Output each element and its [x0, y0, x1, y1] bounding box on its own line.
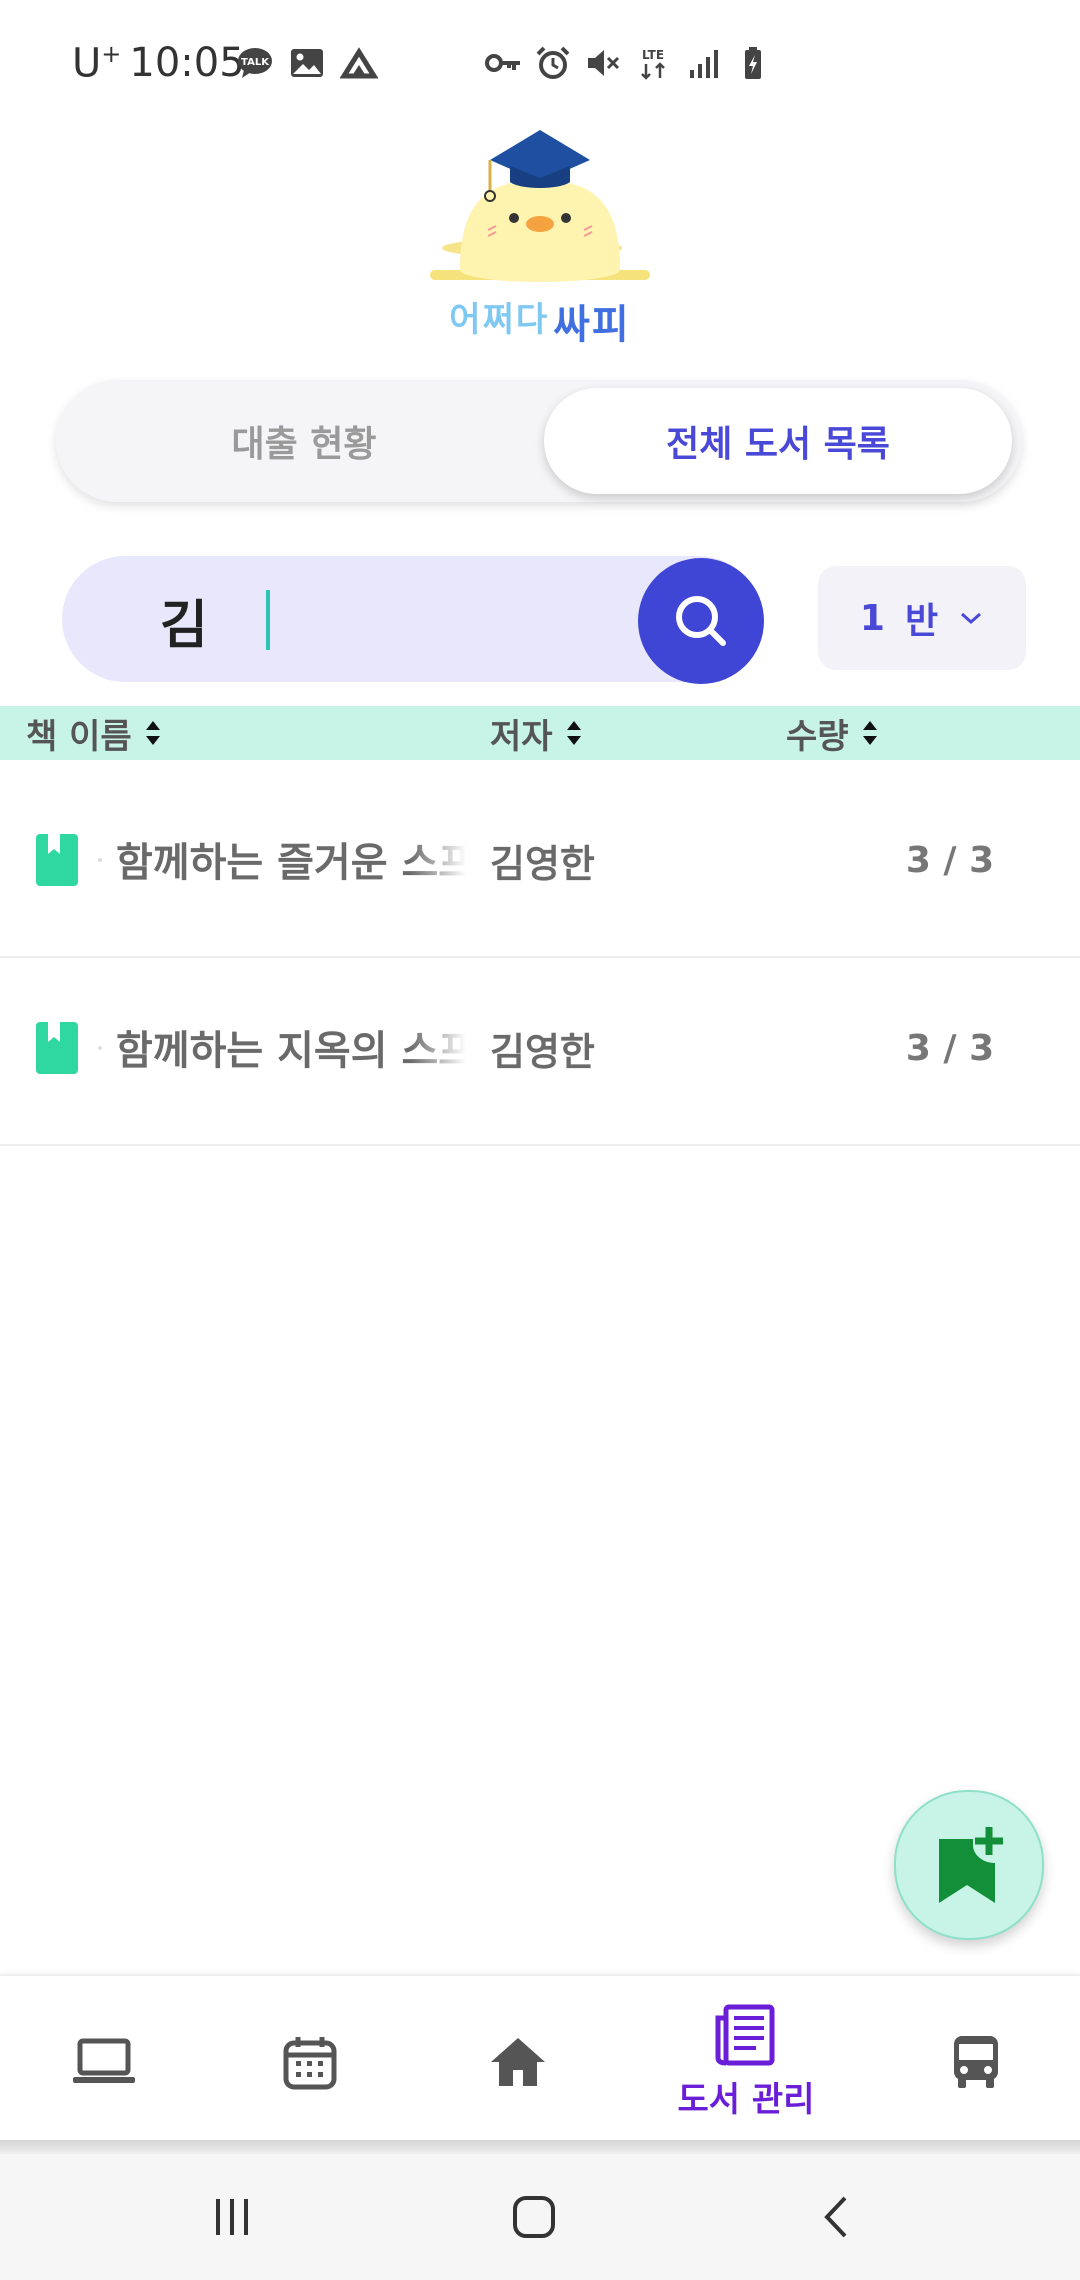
back-button[interactable]: [796, 2184, 876, 2250]
sort-icon: [145, 721, 160, 745]
header-title-label: 책 이름: [26, 716, 132, 757]
row-separator-dot: [98, 858, 102, 862]
back-icon: [824, 2196, 847, 2238]
table-row[interactable]: 함께하는 즐거운 스프링 김영한 3 / 3: [0, 770, 1080, 958]
recent-apps-button[interactable]: [192, 2184, 272, 2250]
mute-icon: [588, 50, 620, 76]
search-icon: [676, 596, 726, 646]
book-author: 김영한: [490, 1029, 595, 1074]
header-quantity[interactable]: 수량: [786, 706, 879, 760]
battery-icon: [745, 47, 761, 79]
book-title: 함께하는 즐거운 스프링: [116, 840, 466, 886]
laptop-icon: [73, 2038, 135, 2083]
svg-text:LTE: LTE: [642, 48, 664, 62]
table-row[interactable]: 함께하는 지옥의 스프링 김영한 3 / 3: [0, 958, 1080, 1146]
app-icon: [340, 47, 378, 79]
text-cursor: [266, 590, 270, 650]
nav-item-calendar[interactable]: [210, 1976, 410, 2148]
header-author-label: 저자: [490, 716, 553, 757]
image-icon: [291, 49, 323, 77]
logo-text: 어쩌다 싸피: [420, 292, 660, 352]
recent-apps-icon: [216, 2199, 248, 2235]
home-outline-icon: [513, 2196, 555, 2238]
logo-text-part2: 싸피: [553, 302, 631, 348]
book-title: 함께하는 지옥의 스프링: [116, 1028, 466, 1074]
carrier-and-time: U+ 10:05: [72, 38, 245, 88]
book-icon: [36, 834, 78, 886]
header-author[interactable]: 저자: [490, 706, 583, 760]
add-book-button[interactable]: [894, 1790, 1044, 1940]
search-input[interactable]: [160, 580, 680, 660]
class-select[interactable]: 1 반: [818, 566, 1026, 670]
talk-icon: TALK: [238, 48, 272, 78]
book-management-icon: [715, 2004, 775, 2065]
book-quantity: 3 / 3: [905, 839, 995, 881]
nav-item-bus[interactable]: [876, 1976, 1076, 2148]
system-nav-bar: [0, 2154, 1080, 2280]
svg-text:TALK: TALK: [241, 57, 270, 68]
class-select-unit: 반: [904, 601, 939, 642]
alarm-icon: [536, 46, 570, 79]
key-icon: [485, 54, 520, 72]
book-quantity: 3 / 3: [905, 1027, 995, 1069]
book-author: 김영한: [490, 841, 595, 886]
sort-icon: [862, 721, 877, 745]
nav-item-home[interactable]: [418, 1976, 618, 2148]
calendar-icon: [283, 2037, 337, 2090]
home-icon: [491, 2038, 545, 2086]
table-header: 책 이름 저자 수량: [0, 706, 1080, 760]
row-separator-dot: [98, 1046, 102, 1050]
lte-icon: LTE: [641, 48, 665, 80]
nav-item-laptop[interactable]: [4, 1976, 204, 2148]
status-bar: U+ 10:05 TALK LTE: [0, 0, 1080, 130]
chevron-down-icon: [961, 612, 982, 625]
tab-loan-status[interactable]: 대출 현황: [64, 388, 544, 494]
nav-item-book-management[interactable]: 도서 관리: [646, 1976, 846, 2148]
book-icon: [36, 1022, 78, 1074]
home-button[interactable]: [494, 2184, 574, 2250]
carrier-label: U+: [72, 39, 122, 87]
notification-icons: TALK: [236, 44, 378, 82]
clock: 10:05: [129, 40, 245, 86]
search-button[interactable]: [638, 558, 764, 684]
bookmark-add-icon: [939, 1827, 1003, 1903]
tab-all-books[interactable]: 전체 도서 목록: [544, 388, 1012, 494]
sort-icon: [566, 721, 581, 745]
header-title[interactable]: 책 이름: [26, 706, 162, 760]
bus-icon: [954, 2036, 998, 2088]
nav-label-book-management: 도서 관리: [677, 2079, 815, 2120]
class-select-value: 1: [859, 597, 885, 639]
nav-divider: [0, 2140, 1080, 2154]
view-tabs: 대출 현황 전체 도서 목록: [56, 380, 1022, 502]
header-quantity-label: 수량: [786, 716, 849, 757]
logo-text-part1: 어쩌다: [449, 300, 550, 340]
signal-icon: [690, 50, 718, 78]
bottom-nav: 도서 관리: [0, 1974, 1080, 2148]
system-status-icons: LTE: [484, 44, 772, 82]
